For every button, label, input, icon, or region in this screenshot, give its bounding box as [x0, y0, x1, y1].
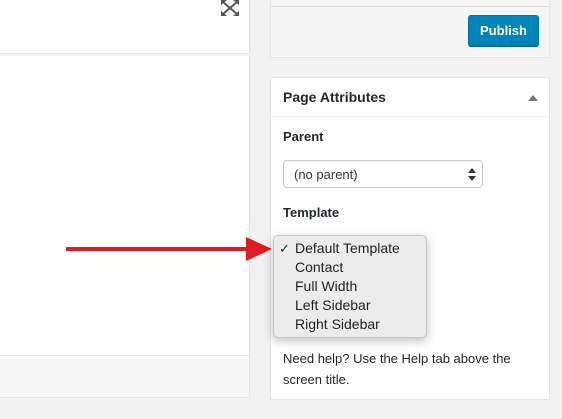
template-label: Template	[283, 205, 340, 220]
template-option-contact[interactable]: Contact	[295, 259, 343, 275]
triangle-up-icon[interactable]	[528, 95, 538, 101]
red-arrow-icon	[66, 237, 272, 261]
template-option-full-width[interactable]: Full Width	[295, 278, 357, 294]
page-attributes-title: Page Attributes	[283, 89, 386, 105]
updown-arrows-icon	[468, 168, 476, 181]
publish-divider	[271, 6, 549, 7]
publish-button[interactable]: Publish	[468, 15, 539, 46]
parent-select[interactable]: (no parent)	[283, 160, 483, 188]
editor-top-panel	[0, 0, 250, 54]
parent-label: Parent	[283, 129, 324, 144]
help-text: Need help? Use the Help tab above the sc…	[283, 351, 511, 387]
checkmark-icon: ✓	[279, 241, 290, 256]
publish-box: Publish	[270, 0, 550, 58]
template-dropdown[interactable]: ✓ Default Template Contact Full Width Le…	[273, 235, 427, 338]
editor-content-area[interactable]	[0, 56, 250, 356]
template-option-left-sidebar[interactable]: Left Sidebar	[295, 297, 371, 313]
template-option-default[interactable]: Default Template	[295, 240, 400, 256]
page-attributes-header[interactable]: Page Attributes	[271, 78, 549, 117]
parent-select-value: (no parent)	[294, 167, 358, 182]
fullscreen-icon[interactable]	[221, 0, 239, 16]
editor-status-bar	[0, 356, 250, 398]
template-option-right-sidebar[interactable]: Right Sidebar	[295, 316, 380, 332]
